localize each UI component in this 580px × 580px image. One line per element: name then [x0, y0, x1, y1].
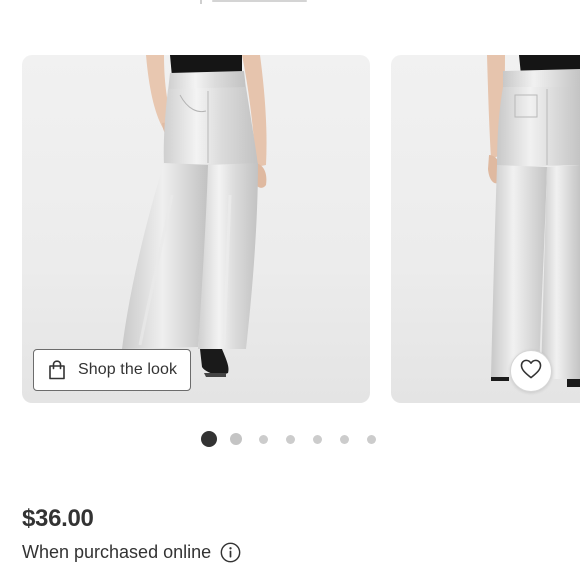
info-icon[interactable]: [220, 542, 241, 563]
shop-the-look-label: Shop the look: [78, 361, 178, 378]
silver-pants-back-photo: [487, 55, 580, 387]
pagination-dot[interactable]: [366, 434, 376, 444]
image-carousel[interactable]: Shop the look: [0, 55, 580, 405]
pagination-dot[interactable]: [258, 434, 268, 444]
pagination-dot[interactable]: [339, 434, 349, 444]
pagination-dot[interactable]: [312, 434, 322, 444]
shop-the-look-button[interactable]: Shop the look: [33, 349, 191, 391]
carousel-pagination: [0, 430, 580, 448]
pagination-dot-active[interactable]: [201, 431, 217, 447]
carousel-slide-front[interactable]: Shop the look: [22, 55, 370, 403]
favorite-button[interactable]: [510, 350, 552, 392]
product-page: Shop the look $36.00 When purchased onli…: [0, 0, 580, 580]
heart-icon: [520, 359, 542, 384]
shopping-bag-icon: [48, 360, 66, 380]
product-price: $36.00: [22, 505, 94, 532]
purchase-note: When purchased online: [22, 542, 212, 562]
purchase-note-row: When purchased online: [22, 542, 241, 563]
cut-off-control: [200, 0, 310, 4]
pagination-dot[interactable]: [285, 434, 295, 444]
pagination-dot[interactable]: [230, 433, 242, 445]
carousel-slide-back[interactable]: [391, 55, 580, 403]
